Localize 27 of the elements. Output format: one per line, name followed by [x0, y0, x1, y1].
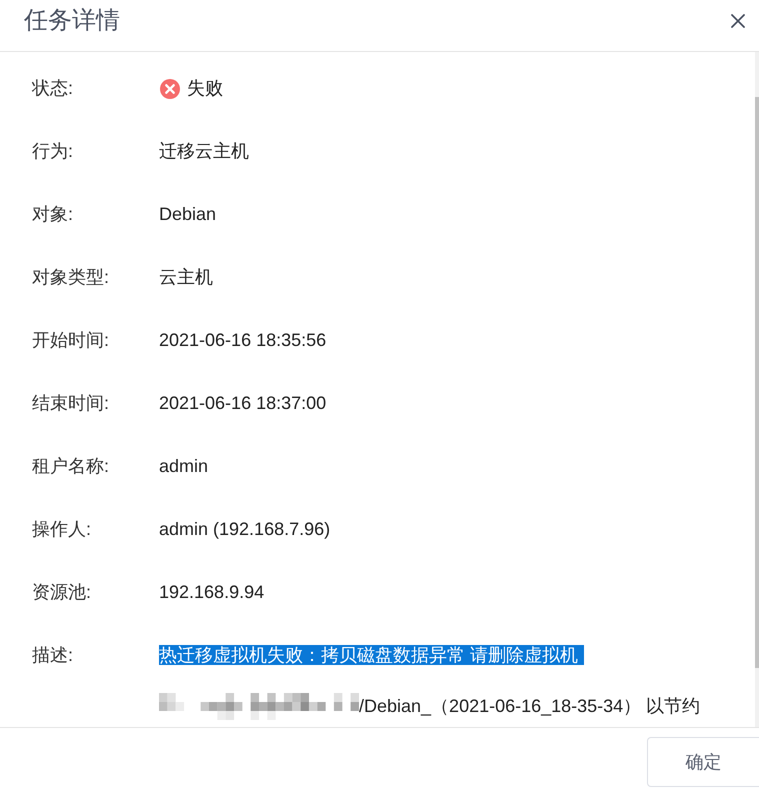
field-label: 对象:: [32, 203, 74, 226]
field-value: 2021-06-16 18:35:56: [159, 329, 326, 352]
description-text: /Debian_（2021-06-16_18-35-34） 以节约: [359, 695, 700, 718]
confirm-button[interactable]: 确定: [647, 737, 759, 787]
scrollbar-thumb[interactable]: [755, 97, 759, 668]
field-label: 租户名称:: [32, 455, 110, 478]
close-icon: [731, 14, 745, 28]
dialog-title: 任务详情: [24, 6, 120, 36]
field-label: 对象类型:: [32, 266, 110, 289]
field-value: 192.168.9.94: [159, 581, 264, 604]
selected-text: 热迁移虚拟机失败：拷贝磁盘数据异常 请删除虚拟机: [159, 645, 584, 665]
scrollbar-track[interactable]: [755, 52, 759, 727]
field-label: 描述:: [32, 644, 74, 667]
field-label: 资源池:: [32, 581, 92, 604]
field-value: Debian: [159, 203, 216, 226]
close-button[interactable]: [729, 12, 747, 30]
field-value: 迁移云主机: [159, 140, 249, 163]
field-label: 结束时间:: [32, 392, 110, 415]
field-value: admin: [159, 455, 208, 478]
field-label: 状态:: [32, 77, 74, 100]
field-label: 开始时间:: [32, 329, 110, 352]
field-value: 失败: [187, 77, 223, 100]
field-value: 云主机: [159, 266, 213, 289]
field-label: 行为:: [32, 140, 74, 163]
field-value: 2021-06-16 18:37:00: [159, 392, 326, 415]
field-label: 操作人:: [32, 518, 92, 541]
field-value: admin (192.168.7.96): [159, 518, 330, 541]
